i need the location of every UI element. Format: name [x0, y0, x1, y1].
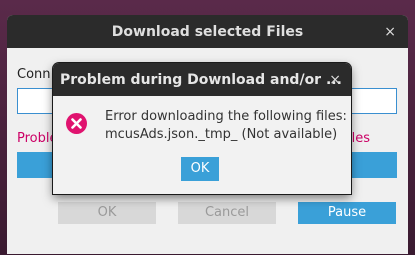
problem-text-left: Proble	[17, 131, 58, 146]
dialog-close-icon[interactable]: ×	[329, 63, 341, 97]
ok-button[interactable]: OK	[58, 202, 156, 224]
error-message: Error downloading the following files: m…	[105, 108, 347, 144]
error-message-line2: mcusAds.json._tmp_ (Not available)	[105, 127, 338, 142]
pause-button[interactable]: Pause	[298, 202, 396, 224]
close-icon[interactable]: ×	[384, 15, 396, 50]
error-icon	[66, 113, 87, 134]
cancel-button[interactable]: Cancel	[178, 202, 276, 224]
error-dialog-titlebar: Problem during Download and/or ... ×	[53, 63, 351, 96]
window-title: Download selected Files	[111, 24, 304, 40]
problem-text-right: iles	[348, 131, 370, 146]
error-dialog: Problem during Download and/or ... × Err…	[53, 63, 351, 194]
dialog-title: Problem during Download and/or ...	[60, 72, 342, 88]
connection-label: Conn	[17, 67, 51, 82]
error-message-line1: Error downloading the following files:	[105, 109, 347, 124]
download-window-titlebar: Download selected Files ×	[7, 15, 408, 48]
dialog-ok-button[interactable]: OK	[181, 157, 219, 181]
